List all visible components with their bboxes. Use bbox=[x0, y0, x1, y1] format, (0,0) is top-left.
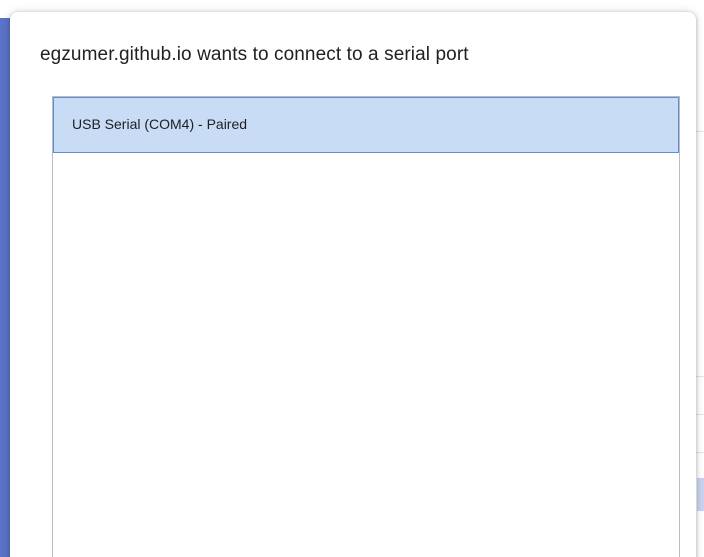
list-item-usb-serial-com4[interactable]: USB Serial (COM4) - Paired bbox=[53, 97, 679, 153]
dialog-title: egzumer.github.io wants to connect to a … bbox=[40, 44, 469, 65]
device-list[interactable]: USB Serial (COM4) - Paired bbox=[52, 96, 680, 557]
page-accent-bar bbox=[0, 18, 10, 557]
serial-port-chooser-dialog: egzumer.github.io wants to connect to a … bbox=[10, 12, 696, 557]
screen: egzumer.github.io wants to connect to a … bbox=[0, 0, 704, 557]
background-button-edge bbox=[697, 478, 704, 511]
device-label: USB Serial (COM4) - Paired bbox=[72, 116, 248, 132]
